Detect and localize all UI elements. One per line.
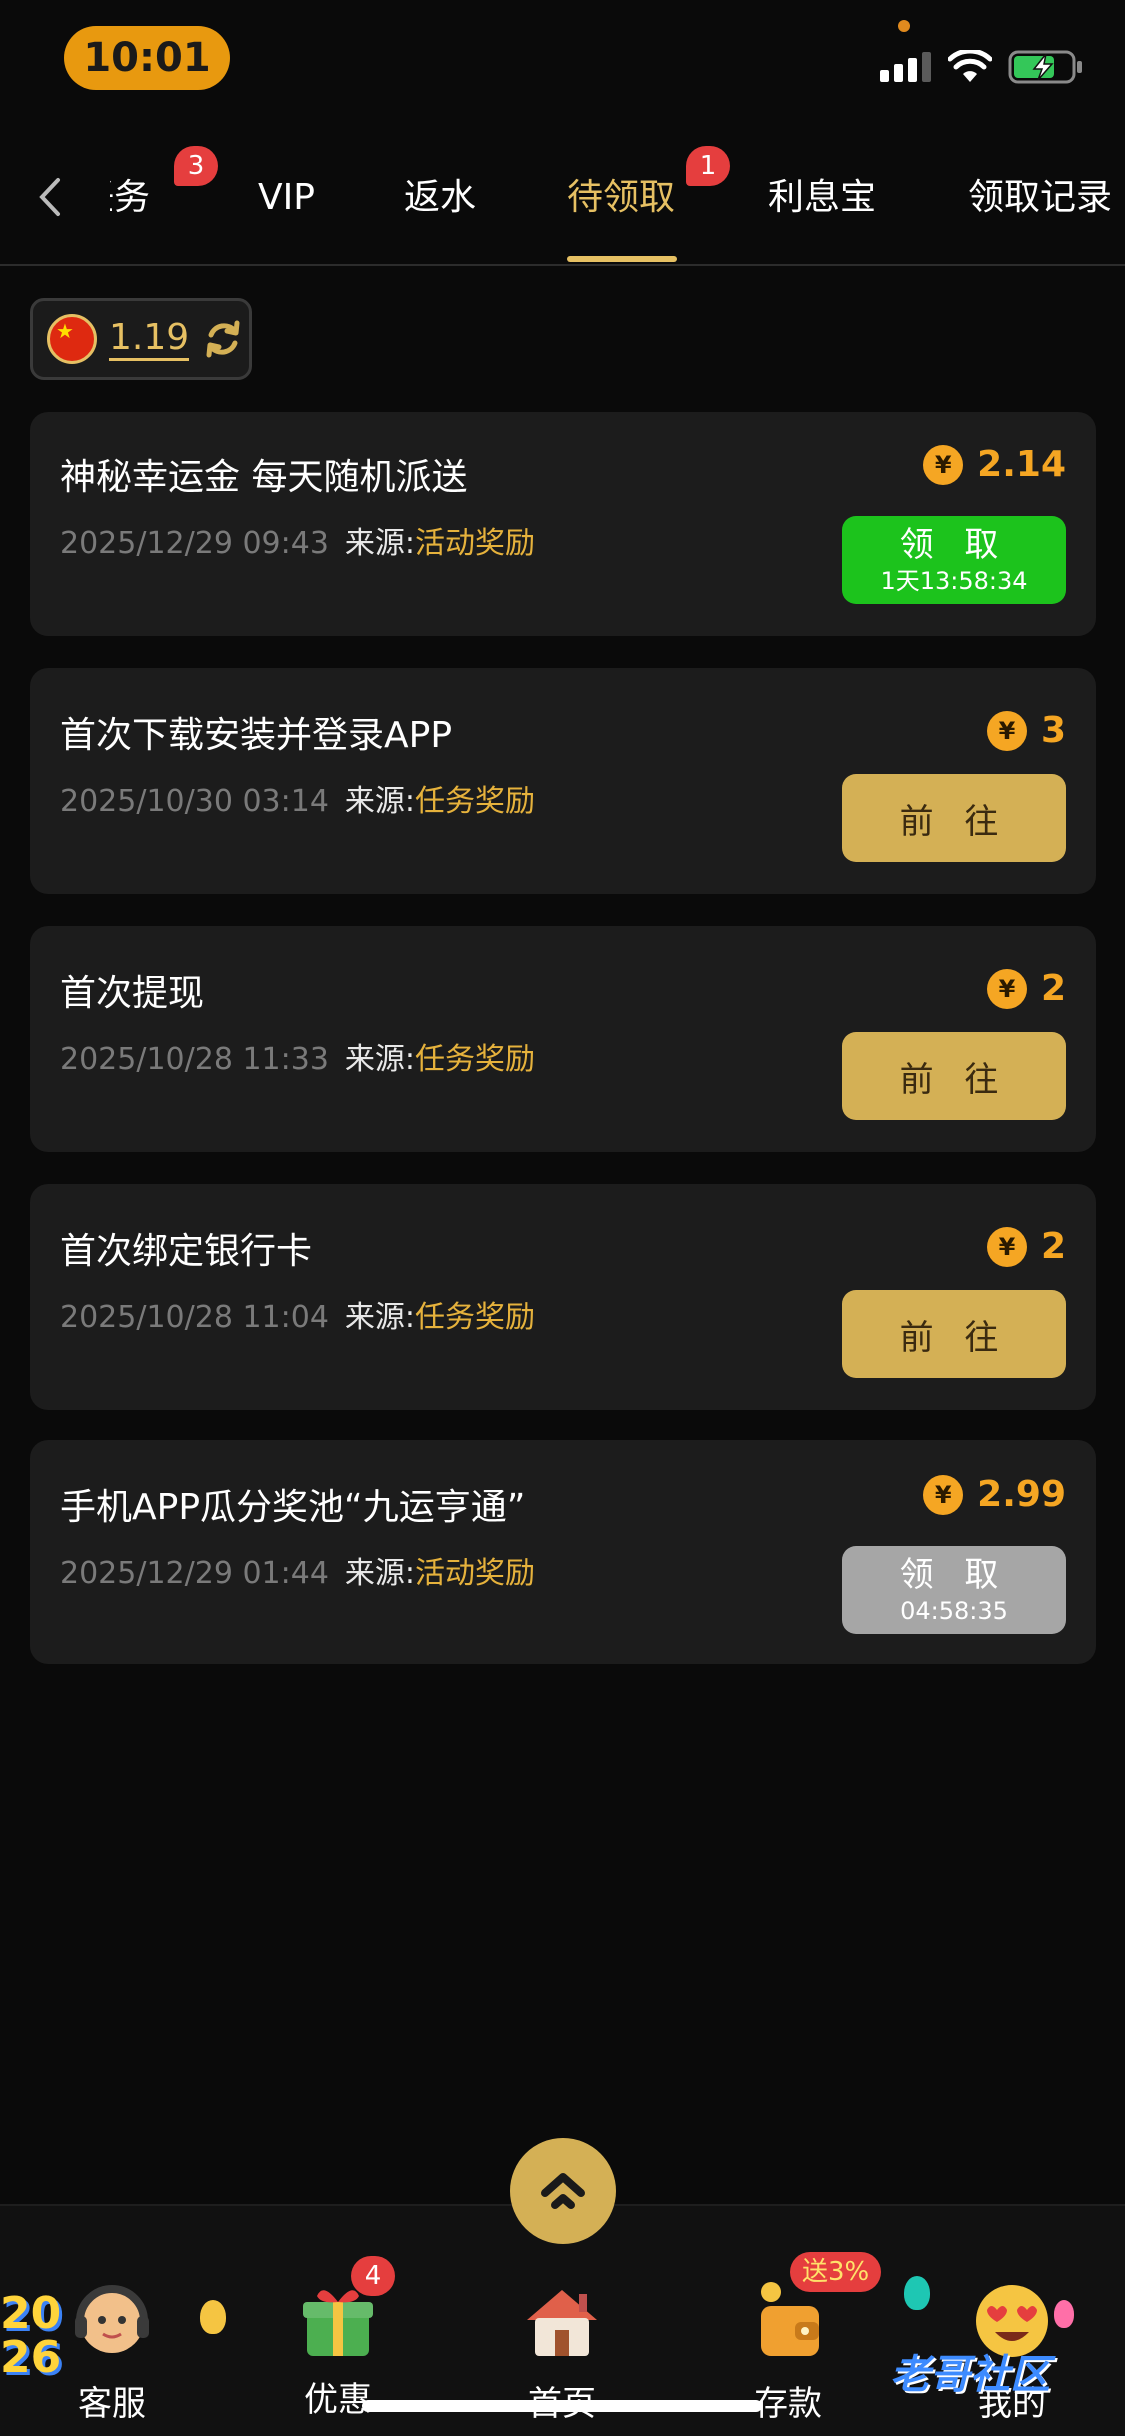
reward-date: 2025/10/28 11:04	[60, 1300, 329, 1335]
reward-title: 首次下载安装并登录APP	[60, 715, 453, 756]
reward-source: 任务奖励	[415, 1300, 536, 1335]
claim-countdown: 04:58:35	[900, 1597, 1008, 1625]
reward-amount-value: 3	[1040, 710, 1066, 751]
refresh-icon[interactable]	[201, 317, 245, 361]
reward-source: 活动奖励	[415, 526, 536, 561]
reward-meta: 2025/10/28 11:04 来源:任务奖励	[60, 1292, 535, 1336]
reward-amount-value: 2.14	[977, 444, 1066, 485]
scroll-to-top-button[interactable]	[510, 2138, 616, 2244]
gift-icon: 4	[293, 2256, 395, 2366]
cellular-signal-icon	[880, 52, 931, 82]
balloon-decoration	[904, 2276, 930, 2310]
reward-meta: 2025/10/28 11:33 来源:任务奖励	[60, 1034, 535, 1078]
china-flag-icon	[47, 314, 97, 364]
source-label: 来源:	[344, 784, 416, 819]
reward-amount-value: 2.99	[977, 1474, 1066, 1515]
privacy-indicator-dot	[898, 20, 910, 32]
claim-button-label: 领 取	[899, 1555, 1009, 1595]
claim-button-label: 领 取	[899, 525, 1009, 565]
yen-coin-icon: ¥	[986, 968, 1027, 1009]
tab-rebate[interactable]: 返水	[404, 168, 476, 228]
home-icon	[527, 2290, 597, 2356]
reward-amount: ¥ 2	[986, 1226, 1066, 1267]
yen-coin-icon: ¥	[986, 1226, 1027, 1267]
tab-claim-history[interactable]: 领取记录	[968, 168, 1112, 228]
nav-label: 客服	[78, 2384, 146, 2424]
nav-label: 优惠	[304, 2380, 372, 2420]
double-chevron-up-icon	[541, 2173, 585, 2209]
promotions-badge: 4	[351, 2256, 395, 2296]
wifi-icon	[948, 50, 992, 82]
source-label: 来源:	[344, 1042, 416, 1077]
pending-rewards-screen: 10:01 任务 3 VIP 返水 待领取 1 利息宝 领取记录 1.19	[0, 0, 1125, 2436]
reward-source: 活动奖励	[415, 1556, 536, 1591]
reward-card: 神秘幸运金 每天随机派送 2025/12/29 09:43 来源:活动奖励 ¥ 2…	[30, 412, 1096, 636]
yen-coin-icon: ¥	[923, 1474, 964, 1515]
go-button[interactable]: 前 往	[842, 1032, 1066, 1120]
battery-charging-icon	[1008, 50, 1082, 84]
reward-amount-value: 2	[1040, 1226, 1066, 1267]
yen-coin-icon: ¥	[986, 710, 1027, 751]
reward-date: 2025/12/29 09:43	[60, 526, 329, 561]
reward-meta: 2025/10/30 03:14 来源:任务奖励	[60, 776, 535, 820]
balance-chip: 1.19	[30, 298, 252, 380]
nav-customer-service[interactable]: 客服	[42, 2276, 182, 2425]
reward-amount: ¥ 3	[986, 710, 1066, 751]
watermark-logo: 老哥社区	[890, 2352, 1050, 2398]
reward-meta: 2025/12/29 09:43 来源:活动奖励	[60, 518, 535, 562]
tab-tasks-badge: 3	[174, 146, 218, 186]
reward-title: 首次提现	[60, 973, 205, 1014]
source-label: 来源:	[344, 1300, 416, 1335]
reward-source: 任务奖励	[415, 1042, 536, 1077]
reward-amount: ¥ 2.99	[923, 1474, 1066, 1515]
reward-card: 首次下载安装并登录APP 2025/10/30 03:14 来源:任务奖励 ¥ 3…	[30, 668, 1096, 894]
tab-vip[interactable]: VIP	[258, 168, 315, 228]
go-button[interactable]: 前 往	[842, 1290, 1066, 1378]
reward-amount: ¥ 2	[986, 968, 1066, 1009]
category-tab-bar: 任务 3 VIP 返水 待领取 1 利息宝 领取记录	[0, 146, 1125, 266]
reward-meta: 2025/12/29 01:44 来源:活动奖励	[60, 1548, 535, 1592]
reward-title: 首次绑定银行卡	[60, 1231, 313, 1272]
balloon-decoration	[200, 2300, 226, 2334]
back-chevron-icon[interactable]	[30, 172, 70, 222]
claim-button-disabled[interactable]: 领 取 04:58:35	[842, 1546, 1066, 1634]
active-tab-indicator	[567, 256, 677, 262]
balance-value: 1.19	[109, 317, 190, 361]
go-button[interactable]: 前 往	[842, 774, 1066, 862]
reward-date: 2025/10/30 03:14	[60, 784, 329, 819]
claim-countdown: 1天13:58:34	[880, 567, 1028, 595]
tab-pending[interactable]: 待领取	[567, 168, 675, 228]
source-label: 来源:	[344, 1556, 416, 1591]
yen-coin-icon: ¥	[923, 444, 964, 485]
tab-pending-badge: 1	[686, 146, 730, 186]
reward-date: 2025/12/29 01:44	[60, 1556, 329, 1591]
wallet-icon	[761, 2282, 819, 2356]
reward-title: 手机APP瓜分奖池“九运亨通”	[60, 1487, 526, 1528]
reward-title: 神秘幸运金 每天随机派送	[60, 457, 468, 498]
source-label: 来源:	[344, 526, 416, 561]
reward-card: 手机APP瓜分奖池“九运亨通” 2025/12/29 01:44 来源:活动奖励 …	[30, 1440, 1096, 1664]
tab-tasks[interactable]: 任务	[110, 168, 150, 228]
home-indicator	[362, 2400, 762, 2412]
reward-date: 2025/10/28 11:33	[60, 1042, 329, 1077]
claim-button[interactable]: 领 取 1天13:58:34	[842, 516, 1066, 604]
reward-card: 首次提现 2025/10/28 11:33 来源:任务奖励 ¥ 2 前 往	[30, 926, 1096, 1152]
status-time: 10:01	[64, 26, 230, 90]
tab-interest[interactable]: 利息宝	[768, 168, 876, 228]
reward-source: 任务奖励	[415, 784, 536, 819]
customer-service-icon	[75, 2285, 149, 2353]
reward-amount-value: 2	[1040, 968, 1066, 1009]
balloon-decoration	[1054, 2300, 1074, 2328]
reward-amount: ¥ 2.14	[923, 444, 1066, 485]
reward-card: 首次绑定银行卡 2025/10/28 11:04 来源:任务奖励 ¥ 2 前 往	[30, 1184, 1096, 1410]
